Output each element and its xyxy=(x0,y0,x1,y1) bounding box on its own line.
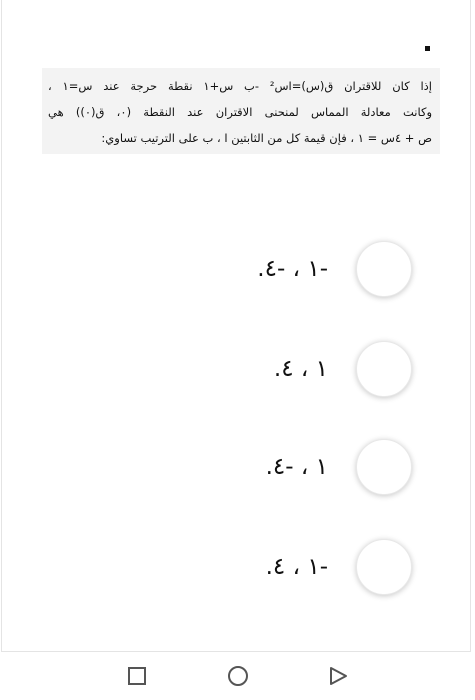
bullet-marker xyxy=(425,46,430,51)
question-text-box: إذا كان للاقتران ق(س)=اس² -ب س+١ نقطة حر… xyxy=(42,68,440,154)
triangle-icon xyxy=(330,667,347,685)
answer-option-2-text: ١ ، ٤. xyxy=(273,356,328,382)
answer-option-4-text: -١ ، ٤. xyxy=(265,554,328,580)
answer-option-3[interactable]: ١ ، -٤. xyxy=(152,437,412,497)
home-button[interactable] xyxy=(226,664,250,688)
answer-option-3-radio[interactable] xyxy=(356,439,412,495)
android-navigation-bar xyxy=(0,652,475,700)
answer-option-1-radio[interactable] xyxy=(356,241,412,297)
answer-option-2[interactable]: ١ ، ٤. xyxy=(152,339,412,399)
answer-option-2-radio[interactable] xyxy=(356,341,412,397)
answer-option-4-radio[interactable] xyxy=(356,539,412,595)
square-icon xyxy=(128,667,146,685)
back-button[interactable] xyxy=(326,664,350,688)
circle-icon xyxy=(228,666,248,686)
answer-option-1-text: -١ ، -٤. xyxy=(257,256,328,282)
question-line-3: ص + ٤س = ١ ، فإن قيمة كل من الثابتين ا ،… xyxy=(101,131,432,145)
question-card: إذا كان للاقتران ق(س)=اس² -ب س+١ نقطة حر… xyxy=(1,0,471,652)
answer-option-1[interactable]: -١ ، -٤. xyxy=(152,239,412,299)
recents-button[interactable] xyxy=(125,664,149,688)
answer-option-3-text: ١ ، -٤. xyxy=(265,454,328,480)
question-line-2: وكانت معادلة المماس لمنحنى الاقتران عند … xyxy=(48,105,433,119)
answer-option-4[interactable]: -١ ، ٤. xyxy=(152,537,412,597)
question-line-1: إذا كان للاقتران ق(س)=اس² -ب س+١ نقطة حر… xyxy=(48,79,432,93)
